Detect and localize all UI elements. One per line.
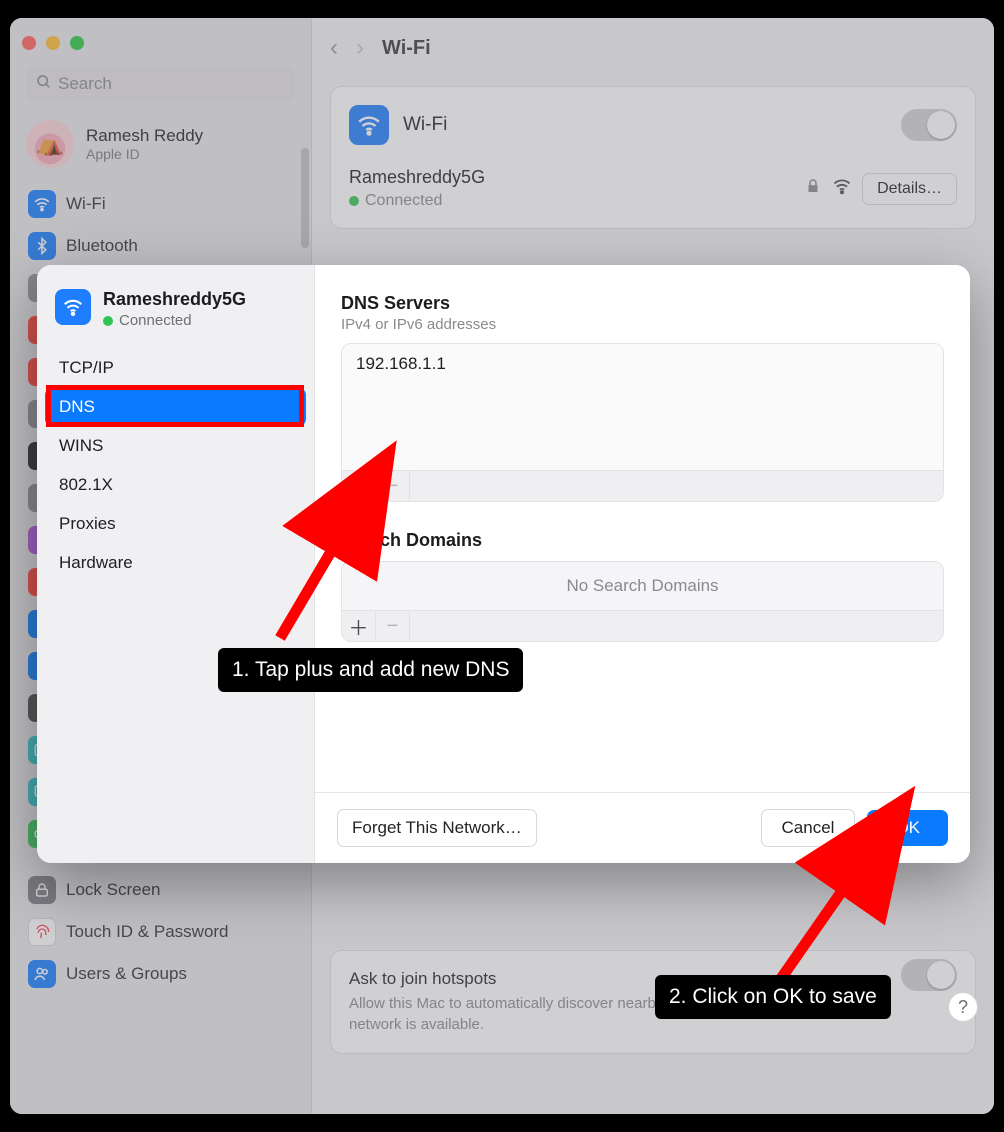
search-placeholder: Search (58, 74, 112, 94)
dns-servers-subtitle: IPv4 or IPv6 addresses (341, 316, 944, 333)
dns-servers-title: DNS Servers (341, 293, 944, 314)
dns-list-toolbar: ＋ − (342, 470, 943, 501)
nav-forward-button[interactable]: › (356, 34, 364, 62)
account-avatar: ⛺ (26, 120, 74, 168)
annotation-step1: 1. Tap plus and add new DNS (218, 648, 523, 692)
account-subtitle: Apple ID (86, 146, 203, 162)
help-button[interactable]: ? (948, 992, 978, 1022)
sidebar-label: Lock Screen (66, 880, 161, 900)
sidebar-item-touchid[interactable]: Touch ID & Password (18, 912, 303, 952)
dns-servers-list[interactable]: 192.168.1.1 ＋ − (341, 343, 944, 502)
bluetooth-icon (28, 232, 56, 260)
sidebar-item-wifi[interactable]: Wi-Fi (18, 184, 303, 224)
tab-wins[interactable]: WINS (45, 427, 306, 465)
current-network-name: Rameshreddy5G (349, 167, 794, 188)
tab-dns[interactable]: DNS (45, 388, 306, 426)
status-text: Connected (365, 192, 442, 210)
sidebar-scrollbar[interactable] (301, 148, 309, 248)
network-details-button[interactable]: Details… (862, 173, 957, 205)
page-title: Wi-Fi (382, 37, 431, 60)
annotation-arrow-1 (260, 498, 380, 663)
wifi-panel: Wi-Fi Rameshreddy5G Connected Detail (330, 86, 976, 229)
main-titlebar: ‹ › Wi-Fi (312, 18, 994, 78)
fingerprint-icon (28, 918, 56, 946)
sidebar-item-lockscreen[interactable]: Lock Screen (18, 870, 303, 910)
sidebar-item-bluetooth[interactable]: Bluetooth (18, 226, 303, 266)
users-icon (28, 960, 56, 988)
lock-icon (804, 177, 822, 200)
lock-icon (28, 876, 56, 904)
add-dns-button[interactable]: ＋ (342, 471, 376, 501)
nav-back-button[interactable]: ‹ (330, 34, 338, 62)
settings-search-input[interactable]: Search (26, 68, 295, 100)
remove-dns-button[interactable]: − (376, 471, 410, 501)
search-domains-title: Search Domains (341, 530, 944, 551)
account-name: Ramesh Reddy (86, 126, 203, 146)
sheet-network-header: Rameshreddy5G Connected (37, 289, 314, 343)
sheet-network-name: Rameshreddy5G (103, 289, 246, 310)
network-details-sheet: Rameshreddy5G Connected TCP/IP DNS WINS … (37, 265, 970, 863)
wifi-signal-icon (832, 176, 852, 201)
current-network-status: Connected (349, 192, 794, 210)
sidebar-label: Bluetooth (66, 236, 138, 256)
minimize-window-button[interactable] (46, 36, 60, 50)
search-icon (36, 74, 52, 95)
window-traffic-lights (10, 32, 311, 64)
sidebar-item-users[interactable]: Users & Groups (18, 954, 303, 994)
search-domains-empty: No Search Domains (342, 562, 943, 610)
sidebar-label: Touch ID & Password (66, 922, 229, 942)
status-dot-icon (103, 316, 113, 326)
remove-search-domain-button[interactable]: − (376, 611, 410, 641)
dns-server-entry[interactable]: 192.168.1.1 (342, 344, 943, 384)
dns-list-empty-area[interactable] (342, 384, 943, 470)
wifi-icon (55, 289, 91, 325)
sidebar-label: Wi-Fi (66, 194, 106, 214)
sidebar-label: Users & Groups (66, 964, 187, 984)
apple-id-account-row[interactable]: ⛺ Ramesh Reddy Apple ID (10, 114, 311, 184)
sheet-main-content: DNS Servers IPv4 or IPv6 addresses 192.1… (315, 265, 970, 863)
wifi-icon (28, 190, 56, 218)
annotation-step2: 2. Click on OK to save (655, 975, 891, 1019)
wifi-toggle[interactable] (901, 109, 957, 141)
wifi-icon (349, 105, 389, 145)
zoom-window-button[interactable] (70, 36, 84, 50)
search-domains-list[interactable]: No Search Domains ＋ − (341, 561, 944, 642)
sheet-network-status: Connected (103, 312, 246, 329)
status-dot-icon (349, 196, 359, 206)
tab-tcpip[interactable]: TCP/IP (45, 349, 306, 387)
search-domains-toolbar: ＋ − (342, 610, 943, 641)
status-text: Connected (119, 312, 192, 329)
wifi-title-label: Wi-Fi (403, 114, 887, 136)
close-window-button[interactable] (22, 36, 36, 50)
forget-network-button[interactable]: Forget This Network… (337, 809, 537, 847)
